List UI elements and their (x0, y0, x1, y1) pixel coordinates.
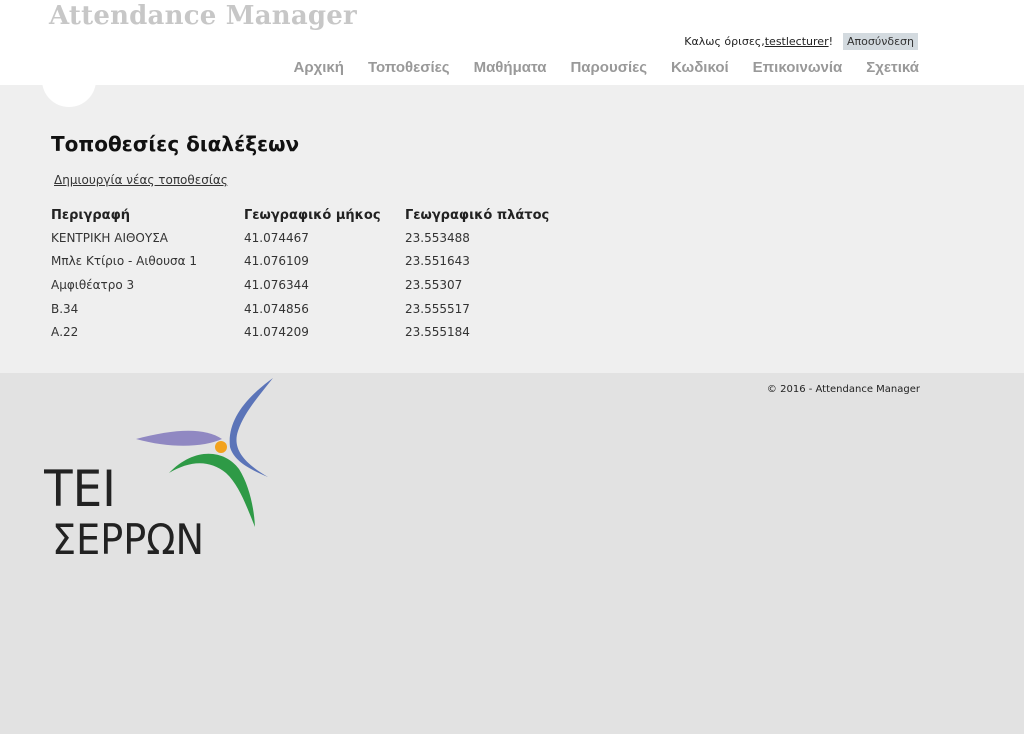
page-title: Τοποθεσίες διαλέξεων (51, 132, 300, 156)
cell-latitude: 23.551643 (405, 254, 470, 269)
nav-item-contact[interactable]: Επικοινωνία (753, 59, 843, 76)
table-row: Β.34 41.074856 23.555517 (51, 297, 565, 321)
cell-latitude: 23.555184 (405, 325, 470, 340)
welcome-suffix: ! (828, 34, 834, 48)
cell-longitude: 41.074467 (244, 230, 309, 245)
create-location-link[interactable]: Δημιουργία νέας τοποθεσίας (54, 173, 228, 187)
tei-serron-logo: ΤΕΙ ΣΕΡΡΩΝ (44, 378, 273, 562)
column-header-longitude: Γεωγραφικό μήκος (244, 207, 381, 223)
copyright-text: © 2016 - Attendance Manager (766, 384, 920, 395)
nav-item-home[interactable]: Αρχική (294, 59, 344, 76)
nav-item-locations[interactable]: Τοποθεσίες (368, 59, 450, 76)
column-header-description: Περιγραφή (51, 207, 131, 223)
table-row: Α.22 41.074209 23.555184 (51, 320, 565, 344)
site-title[interactable]: Attendance Manager (49, 1, 357, 31)
cell-longitude: 41.074856 (244, 301, 309, 316)
logo-blue-arc (229, 378, 273, 477)
table-row: Μπλε Κτίριο - Αιθουσα 1 41.076109 23.551… (51, 250, 565, 274)
table-row: ΚΕΝΤΡΙΚΗ ΑΙΘΟΥΣΑ 41.074467 23.553488 (51, 226, 565, 250)
main-nav: Αρχική Τοποθεσίες Μαθήματα Παρουσίες Κωδ… (294, 59, 919, 76)
username-link[interactable]: testlecturer (765, 35, 829, 48)
table-header-row: Περιγραφή Γεωγραφικό μήκος Γεωγραφικό πλ… (51, 204, 565, 226)
logo-purple-arc (136, 430, 222, 446)
cell-longitude: 41.074209 (244, 325, 309, 340)
main-content: Τοποθεσίες διαλέξεων Δημιουργία νέας τοπ… (0, 85, 1024, 373)
nav-item-about[interactable]: Σχετικά (866, 59, 919, 76)
logout-button[interactable]: Αποσύνδεση (843, 32, 918, 50)
cell-description: Αμφιθέατρο 3 (51, 277, 135, 292)
header: Attendance Manager Καλως όρισες, testlec… (0, 0, 1024, 85)
cell-description: Β.34 (51, 301, 79, 316)
cell-latitude: 23.553488 (405, 230, 470, 245)
nav-item-codes[interactable]: Κωδικοί (671, 59, 729, 76)
nav-item-attendance[interactable]: Παρουσίες (570, 59, 647, 76)
logo-orange-dot (215, 441, 227, 453)
cell-description: Μπλε Κτίριο - Αιθουσα 1 (51, 254, 197, 269)
cell-longitude: 41.076109 (244, 254, 309, 269)
header-circle-decoration (42, 53, 96, 107)
cell-latitude: 23.555517 (405, 301, 470, 316)
cell-description: Α.22 (51, 325, 79, 340)
table-row: Αμφιθέατρο 3 41.076344 23.55307 (51, 273, 565, 297)
locations-table: Περιγραφή Γεωγραφικό μήκος Γεωγραφικό πλ… (51, 204, 565, 344)
cell-longitude: 41.076344 (244, 277, 309, 292)
logo-text-serron: ΣΕΡΡΩΝ (52, 515, 204, 562)
welcome-text: Καλως όρισες, (684, 34, 765, 48)
cell-description: ΚΕΝΤΡΙΚΗ ΑΙΘΟΥΣΑ (51, 230, 168, 245)
column-header-latitude: Γεωγραφικό πλάτος (405, 207, 550, 223)
cell-latitude: 23.55307 (405, 277, 463, 292)
login-panel: Καλως όρισες, testlecturer ! Αποσύνδεση (684, 32, 918, 50)
nav-item-courses[interactable]: Μαθήματα (474, 59, 547, 76)
logo-text-tei: ΤΕΙ (44, 460, 116, 518)
